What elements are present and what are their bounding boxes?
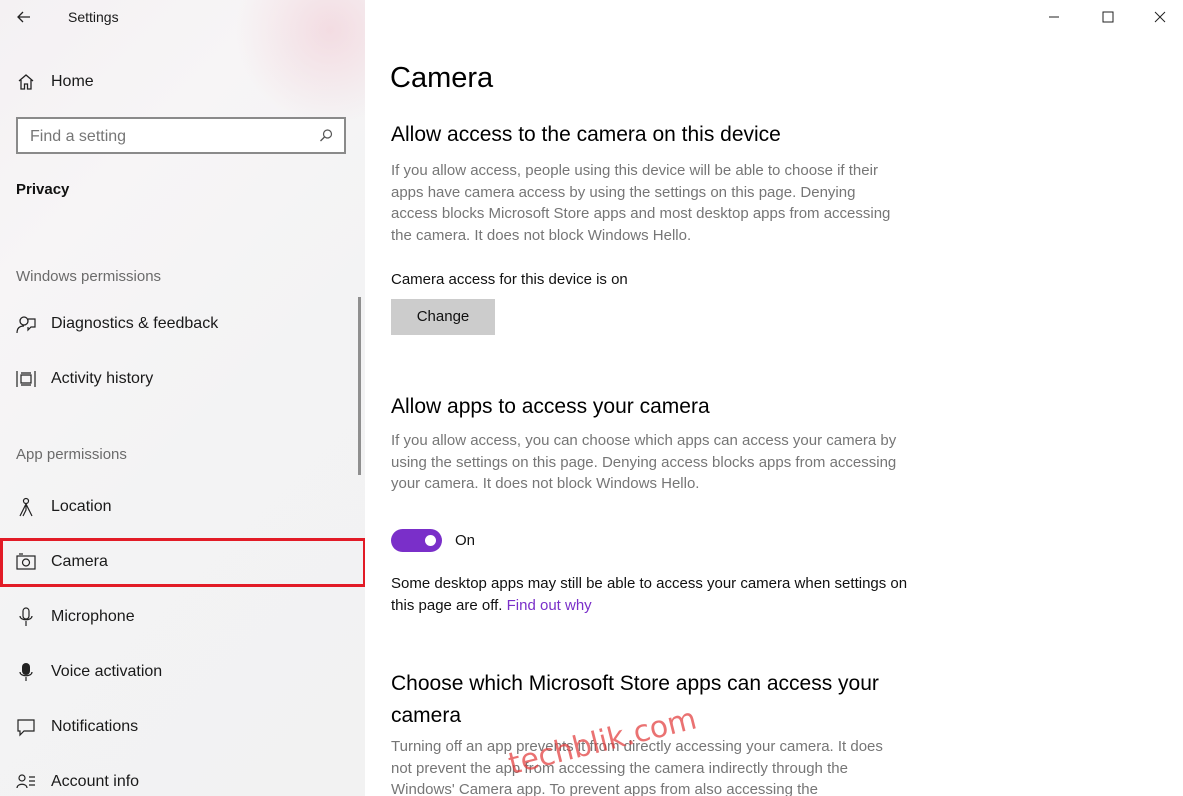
diagnostics-icon bbox=[15, 313, 37, 335]
maximize-button[interactable] bbox=[1085, 0, 1131, 34]
sidebar-item-label: Account info bbox=[51, 773, 140, 790]
home-icon bbox=[15, 71, 37, 93]
apps-access-description: If you allow access, you can choose whic… bbox=[391, 432, 897, 492]
maximize-icon bbox=[1102, 11, 1114, 23]
sidebar-item-voice-activation[interactable]: Voice activation bbox=[0, 652, 365, 692]
windows-permissions-title: Windows permissions bbox=[16, 268, 162, 285]
notifications-icon bbox=[15, 716, 37, 738]
sidebar-scrollbar[interactable] bbox=[358, 297, 361, 475]
camera-highlight-box bbox=[0, 538, 366, 587]
sidebar-item-activity-history[interactable]: Activity history bbox=[0, 359, 365, 399]
device-access-description: If you allow access, people using this d… bbox=[391, 162, 891, 244]
minimize-icon bbox=[1049, 16, 1059, 18]
search-icon bbox=[318, 128, 334, 149]
device-access-heading: Allow access to the camera on this devic… bbox=[391, 123, 781, 146]
change-button[interactable]: Change bbox=[391, 299, 495, 335]
sidebar-item-notifications[interactable]: Notifications bbox=[0, 707, 365, 747]
close-button[interactable] bbox=[1137, 0, 1183, 34]
app-permissions-title: App permissions bbox=[16, 446, 127, 463]
sidebar-item-label: Diagnostics & feedback bbox=[51, 315, 219, 332]
sidebar-item-label: Location bbox=[51, 498, 112, 515]
search-field[interactable]: Find a setting bbox=[16, 117, 346, 154]
device-access-status: Camera access for this device is on bbox=[391, 271, 628, 288]
sidebar-item-account-info[interactable]: Account info bbox=[0, 762, 365, 796]
toggle-knob bbox=[425, 535, 436, 546]
sidebar-item-diagnostics[interactable]: Diagnostics & feedback bbox=[0, 304, 365, 344]
apps-access-toggle[interactable] bbox=[391, 529, 442, 552]
account-info-icon bbox=[15, 771, 37, 793]
sidebar-item-microphone[interactable]: Microphone bbox=[0, 597, 365, 637]
home-nav-item[interactable]: Home bbox=[0, 62, 365, 102]
close-icon bbox=[1154, 11, 1166, 23]
title-bar: Settings bbox=[0, 0, 365, 36]
main-content: Camera Allow access to the camera on thi… bbox=[365, 0, 1183, 796]
back-arrow-icon bbox=[17, 11, 30, 23]
search-placeholder: Find a setting bbox=[30, 128, 127, 145]
sidebar-item-label: Microphone bbox=[51, 608, 135, 625]
activity-history-icon bbox=[15, 368, 37, 390]
sidebar: Settings Home Find a setting Privacy Win… bbox=[0, 0, 365, 796]
find-out-why-link[interactable]: Find out why bbox=[507, 597, 592, 614]
location-icon bbox=[15, 496, 37, 518]
page-title: Camera bbox=[390, 62, 494, 94]
section-title: Privacy bbox=[16, 181, 70, 198]
home-label: Home bbox=[51, 73, 94, 90]
app-title: Settings bbox=[68, 9, 119, 25]
microphone-icon bbox=[15, 606, 37, 628]
minimize-button[interactable] bbox=[1031, 0, 1077, 34]
desktop-apps-note-text: Some desktop apps may still be able to a… bbox=[391, 575, 908, 614]
desktop-apps-note: Some desktop apps may still be able to a… bbox=[391, 573, 911, 617]
back-button[interactable] bbox=[12, 6, 36, 28]
sidebar-item-label: Activity history bbox=[51, 370, 154, 387]
sidebar-item-location[interactable]: Location bbox=[0, 487, 365, 527]
apps-access-heading: Allow apps to access your camera bbox=[391, 395, 710, 418]
sidebar-item-label: Notifications bbox=[51, 718, 139, 735]
voice-activation-icon bbox=[15, 661, 37, 683]
sidebar-item-label: Voice activation bbox=[51, 663, 163, 680]
toggle-state-label: On bbox=[455, 532, 476, 549]
